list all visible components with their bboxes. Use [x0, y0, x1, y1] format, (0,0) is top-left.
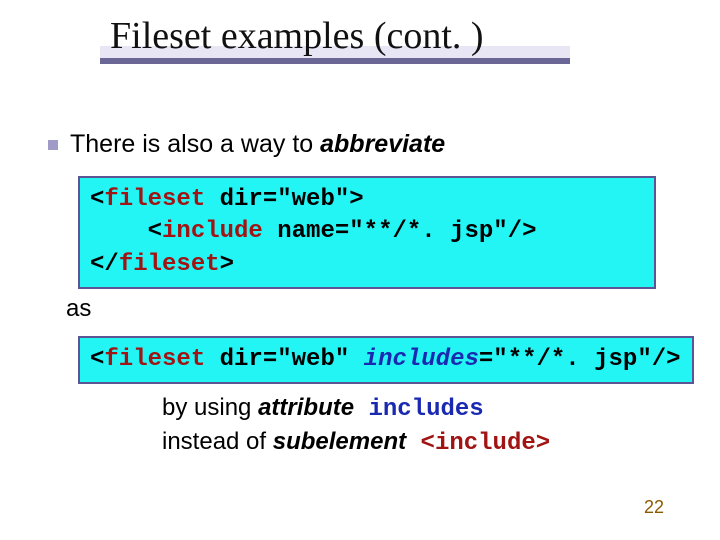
- code-text: name="**/*. jsp"/>: [263, 218, 537, 245]
- code-text: </: [90, 251, 119, 278]
- page-number: 22: [644, 497, 664, 518]
- footer-em-subelement: subelement: [273, 428, 406, 455]
- code-block-long: <fileset dir="web"> <include name="**/*.…: [78, 176, 656, 289]
- code-text: ="**/*. jsp"/>: [479, 346, 681, 373]
- title-wrap: Fileset examples (cont. ): [90, 14, 580, 58]
- code-text: <: [90, 186, 104, 213]
- code-text: dir="web">: [205, 186, 363, 213]
- intro-line: There is also a way to abbreviate: [48, 130, 445, 159]
- code-block-short: <fileset dir="web" includes="**/*. jsp"/…: [78, 336, 694, 384]
- footer-note: by using attribute includes instead of s…: [162, 392, 682, 461]
- footer-text: by using: [162, 394, 258, 421]
- code-text: >: [220, 251, 234, 278]
- footer-mono-angle-open: <: [406, 430, 435, 457]
- title-underline-dark: [100, 58, 570, 64]
- footer-mono-angle-close: >: [536, 430, 550, 457]
- intro-prefix: There is also a way to: [70, 130, 320, 158]
- as-text: as: [66, 295, 91, 323]
- code-text: <: [90, 218, 162, 245]
- code-tag-fileset: fileset: [104, 346, 205, 373]
- footer-mono-include: include: [435, 430, 536, 457]
- slide: Fileset examples (cont. ) There is also …: [0, 0, 720, 540]
- code-tag-fileset-close: fileset: [119, 251, 220, 278]
- code-tag-fileset: fileset: [104, 186, 205, 213]
- footer-em-attribute: attribute: [258, 394, 354, 421]
- intro-emphasis: abbreviate: [320, 130, 445, 158]
- footer-mono-includes: includes: [354, 396, 484, 423]
- bullet-icon: [48, 140, 58, 150]
- slide-title: Fileset examples (cont. ): [90, 14, 580, 58]
- code-text: dir="web": [205, 346, 363, 373]
- code-attr-includes: includes: [364, 346, 479, 373]
- code-text: <: [90, 346, 104, 373]
- footer-text: instead of: [162, 428, 273, 455]
- code-tag-include: include: [162, 218, 263, 245]
